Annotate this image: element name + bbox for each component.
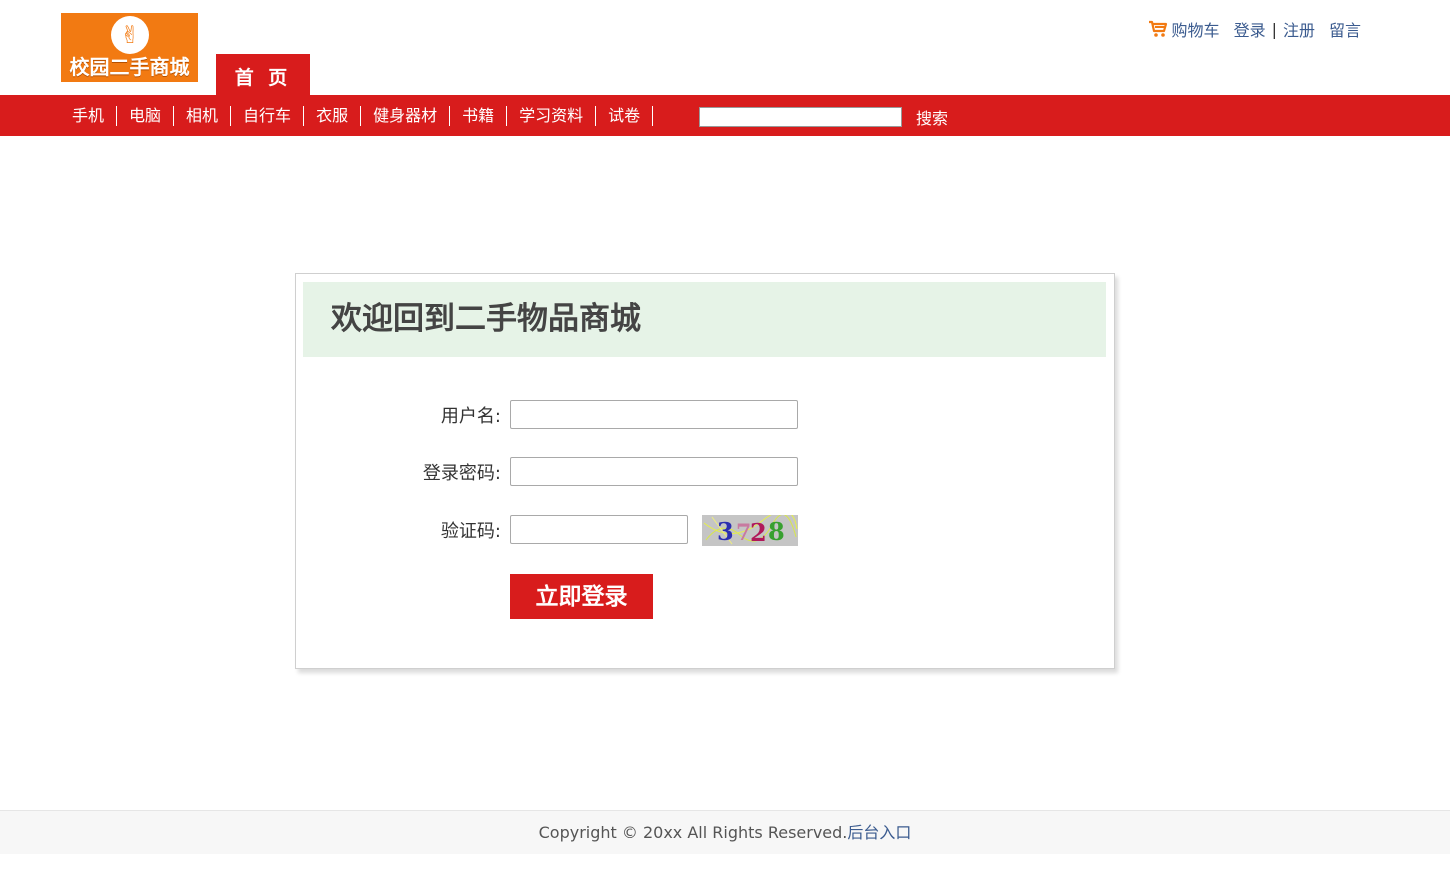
nav-item-exam-papers[interactable]: 试卷 [596,105,654,126]
logo-text: 校园二手商城 [69,55,190,79]
nav-item-books[interactable]: 书籍 [450,105,508,126]
link-separator: | [1271,19,1277,39]
captcha-image[interactable]: 3 7 2 8 [702,515,798,546]
captcha-digit-1: 3 [717,517,734,546]
nav-item-bicycles[interactable]: 自行车 [231,105,305,126]
victory-hand-icon: ✌ [111,16,149,54]
cart-link[interactable]: 购物车 [1172,17,1220,41]
nav-item-cameras[interactable]: 相机 [174,105,232,126]
password-label: 登录密码: [422,463,501,484]
username-label: 用户名: [440,406,501,427]
nav-item-clothes[interactable]: 衣服 [304,105,362,126]
username-input[interactable] [510,400,798,429]
login-submit-button[interactable]: 立即登录 [510,574,653,619]
login-link[interactable]: 登录 [1234,17,1266,41]
shopping-cart-icon[interactable] [1148,19,1168,39]
login-title: 欢迎回到二手物品商城 [331,301,641,337]
captcha-input[interactable] [510,515,688,544]
captcha-digit-4: 8 [768,517,785,546]
category-list: 手机 电脑 相机 自行车 衣服 健身器材 书籍 学习资料 试卷 [60,95,654,136]
login-panel: 欢迎回到二手物品商城 用户名: 登录密码: 验证码: 3 7 2 8 立即登录 [295,273,1115,669]
copyright-text: Copyright © 20xx All Rights Reserved. [538,823,848,842]
nav-item-phones[interactable]: 手机 [60,105,118,126]
nav-item-study-materials[interactable]: 学习资料 [507,105,597,126]
captcha-label: 验证码: [440,521,501,542]
login-header: 欢迎回到二手物品商城 [303,282,1106,357]
captcha-digit-3: 2 [750,518,767,546]
admin-entry-link[interactable]: 后台入口 [847,823,911,842]
search-input[interactable] [699,107,902,127]
footer: Copyright © 20xx All Rights Reserved.后台入… [0,810,1450,854]
message-link[interactable]: 留言 [1329,17,1361,41]
search-button[interactable]: 搜索 [916,107,948,131]
top-links: 购物车 登录 | 注册 留言 [1148,17,1361,41]
nav-item-computers[interactable]: 电脑 [117,105,175,126]
register-link[interactable]: 注册 [1283,17,1315,41]
nav-item-fitness[interactable]: 健身器材 [361,105,451,126]
site-logo[interactable]: ✌ 校园二手商城 [61,13,198,82]
password-input[interactable] [510,457,798,486]
tab-home[interactable]: 首 页 [216,54,310,96]
